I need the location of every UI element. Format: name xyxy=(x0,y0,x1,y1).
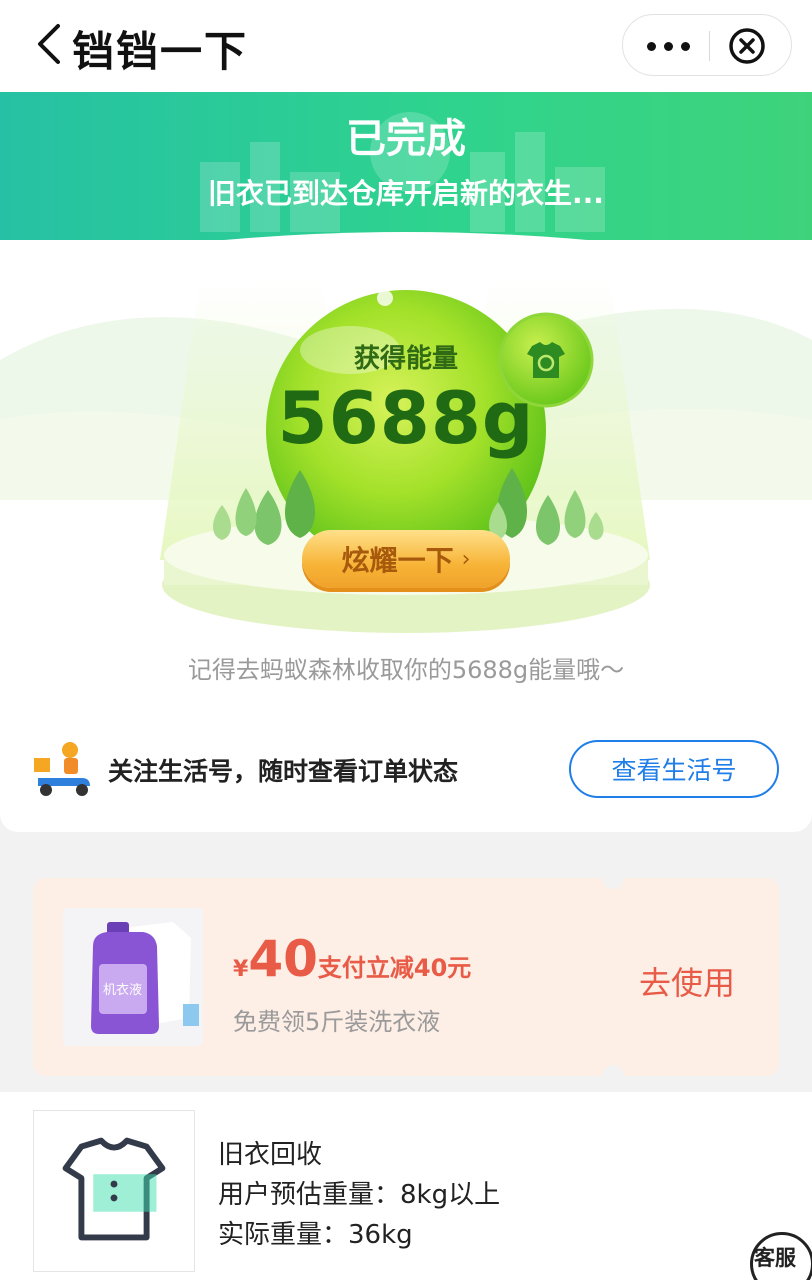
order-item-title: 旧衣回收 xyxy=(218,1140,323,1170)
detergent-product-image: 机衣液 xyxy=(63,908,203,1046)
page-title: 铛铛一下 xyxy=(72,27,249,76)
energy-value: 5688g xyxy=(277,376,535,460)
coupon-subtitle: 免费领5斤装洗衣液 xyxy=(233,1008,441,1036)
show-off-button-label: 炫耀一下 xyxy=(341,544,454,577)
delivery-rider-icon xyxy=(34,742,90,796)
back-arrow-icon[interactable] xyxy=(30,22,70,66)
coupon-notch-top xyxy=(602,867,624,889)
energy-card: 获得能量 5688g 炫耀一下 › 记得去蚂蚁森林收取你的5688g能量哦～ 关… xyxy=(0,240,812,832)
miniapp-capsule xyxy=(622,14,792,76)
order-item-image xyxy=(33,1110,195,1272)
show-off-button[interactable]: 炫耀一下 › xyxy=(302,530,510,588)
order-estimated-weight: 用户预估重量：8kg以上 xyxy=(218,1180,501,1210)
bottle-label: 机衣液 xyxy=(103,982,142,998)
detergent-bottle-icon: 机衣液 xyxy=(91,922,199,1034)
more-icon[interactable] xyxy=(623,15,713,77)
coupon-price: ¥40支付立减40元 xyxy=(233,930,471,988)
order-actual-weight: 实际重量：36kg xyxy=(218,1220,413,1250)
order-item[interactable]: 旧衣回收 用户预估重量：8kg以上 实际重量：36kg xyxy=(0,1092,812,1280)
energy-label: 获得能量 xyxy=(353,344,458,374)
tshirt-icon xyxy=(62,1137,166,1241)
coupon-notch-bottom xyxy=(602,1065,624,1087)
order-status-subtitle: 旧衣已到达仓库开启新的衣生... xyxy=(208,177,604,210)
nav-bar: 铛铛一下 xyxy=(0,0,812,92)
close-icon[interactable] xyxy=(728,27,766,65)
follow-prompt-text: 关注生活号，随时查看订单状态 xyxy=(108,757,459,786)
order-status-title: 已完成 xyxy=(346,116,466,162)
energy-reminder: 记得去蚂蚁森林收取你的5688g能量哦～ xyxy=(187,656,625,684)
customer-service-button[interactable]: 客服 xyxy=(748,1230,812,1280)
coupon-card[interactable]: 机衣液 ¥40支付立减40元 免费领5斤装洗衣液 去使用 xyxy=(33,867,779,1087)
view-life-account-button[interactable]: 查看生活号 xyxy=(569,740,779,798)
chevron-right-icon: › xyxy=(461,546,471,572)
use-coupon-button[interactable]: 去使用 xyxy=(639,958,735,1004)
customer-service-label: 客服 xyxy=(754,1246,796,1270)
coupon-description: 支付立减40元 xyxy=(317,954,472,982)
capsule-divider xyxy=(709,31,710,61)
coupon-amount: 40 xyxy=(248,930,318,988)
currency-symbol: ¥ xyxy=(233,957,249,982)
follow-life-account-row: 关注生活号，随时查看订单状态 查看生活号 xyxy=(0,730,812,810)
